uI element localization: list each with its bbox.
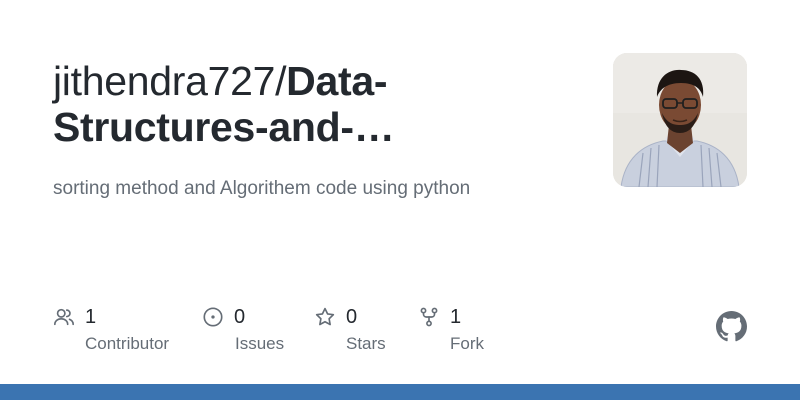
repo-name-line2: Structures-and-… xyxy=(53,104,395,150)
repo-owner: jithendra727/ xyxy=(53,58,287,104)
repo-description: sorting method and Algorithem code using… xyxy=(53,178,471,199)
avatar-photo xyxy=(613,53,747,187)
repo-title: jithendra727/Data- Structures-and-… xyxy=(53,58,573,150)
footer-accent-bar xyxy=(0,384,800,400)
contributors-label: Contributor xyxy=(85,334,170,353)
stars-label: Stars xyxy=(346,334,386,353)
people-icon xyxy=(53,306,75,328)
issue-opened-icon xyxy=(202,306,224,328)
forks-count: 1 xyxy=(450,306,462,328)
github-mark-icon[interactable] xyxy=(716,311,747,342)
contributors-count: 1 xyxy=(85,306,97,328)
stat-contributors[interactable]: 1 Contributor xyxy=(53,305,169,355)
stat-issues[interactable]: 0 Issues xyxy=(202,305,284,355)
stars-count: 0 xyxy=(346,306,358,328)
repo-forked-icon xyxy=(418,306,440,328)
repo-name-line1: Data- xyxy=(286,58,388,104)
stat-forks[interactable]: 1 Fork xyxy=(418,305,484,355)
forks-label: Fork xyxy=(450,334,484,353)
issues-label: Issues xyxy=(235,334,285,353)
stat-stars[interactable]: 0 Stars xyxy=(314,305,386,355)
issues-count: 0 xyxy=(234,306,246,328)
star-icon xyxy=(314,306,336,328)
avatar xyxy=(613,53,747,187)
